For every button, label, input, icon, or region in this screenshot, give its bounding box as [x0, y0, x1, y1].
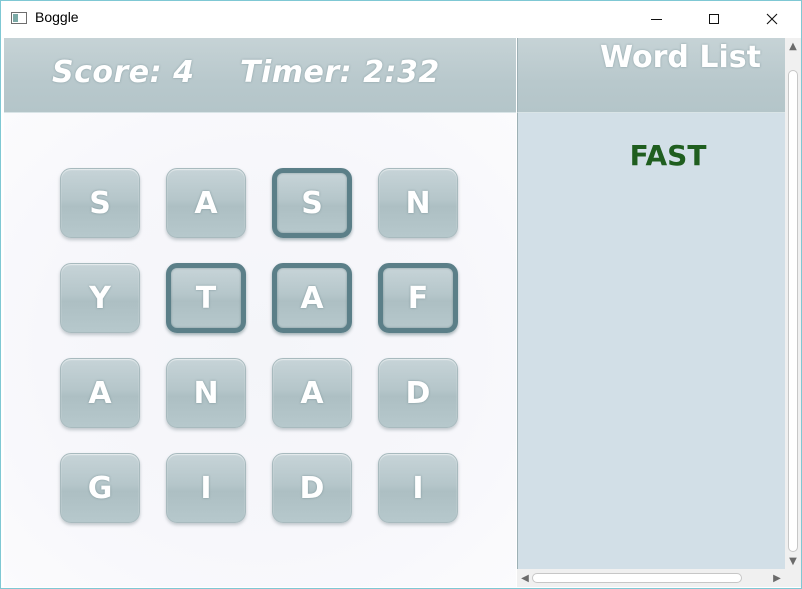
letter-tile[interactable]: N [166, 358, 246, 428]
tile-letter: I [412, 470, 424, 506]
tile-letter: S [301, 185, 323, 221]
tile-letter: A [300, 280, 324, 316]
letter-tile[interactable]: A [60, 358, 140, 428]
letter-grid: S A S N Y T A F A N A D G I D I [4, 113, 516, 587]
letter-tile[interactable]: A [166, 168, 246, 238]
scroll-up-icon[interactable]: ▲ [785, 38, 801, 54]
maximize-button[interactable] [685, 1, 743, 37]
letter-tile[interactable]: S [60, 168, 140, 238]
timer-label: Timer: 2:32 [240, 55, 440, 90]
score-bar: Score: 4 Timer: 2:32 [4, 38, 516, 113]
letter-tile[interactable]: A [272, 263, 352, 333]
tile-letter: A [194, 185, 218, 221]
maximize-icon [709, 14, 719, 24]
letter-tile[interactable]: N [378, 168, 458, 238]
tile-letter: D [405, 375, 431, 411]
title-bar[interactable]: Boggle [1, 1, 801, 37]
scrollbar-corner [785, 569, 801, 587]
scroll-right-icon[interactable]: ▶ [769, 570, 785, 586]
letter-tile[interactable]: A [272, 358, 352, 428]
window-title: Boggle [35, 9, 79, 25]
close-button[interactable] [743, 1, 801, 37]
vertical-scroll-thumb[interactable] [788, 70, 798, 552]
letter-tile[interactable]: D [272, 453, 352, 523]
tile-letter: A [300, 375, 324, 411]
tile-letter: N [405, 185, 431, 221]
close-icon [766, 13, 778, 25]
letter-tile[interactable]: G [60, 453, 140, 523]
tile-letter: N [193, 375, 219, 411]
word-list-header: Word List [517, 38, 786, 113]
letter-tile[interactable]: D [378, 358, 458, 428]
tile-letter: A [88, 375, 112, 411]
tile-letter: D [299, 470, 325, 506]
letter-tile[interactable]: S [272, 168, 352, 238]
horizontal-scrollbar[interactable]: ◀ ▶ [517, 569, 785, 587]
boggle-window: Boggle Score: 4 Timer: 2:32 S A S N Y T A F A N A D… [0, 0, 802, 589]
tile-letter: G [87, 470, 113, 506]
tile-letter: T [195, 280, 217, 316]
minimize-button[interactable] [627, 1, 685, 37]
scroll-down-icon[interactable]: ▼ [785, 553, 801, 569]
letter-tile[interactable]: T [166, 263, 246, 333]
tile-letter: I [200, 470, 212, 506]
word-list-panel[interactable]: FAST [517, 113, 786, 569]
letter-tile[interactable]: I [166, 453, 246, 523]
app-window-icon [11, 12, 27, 24]
score-label: Score: 4 [52, 55, 195, 90]
minimize-icon [650, 18, 662, 20]
horizontal-scroll-thumb[interactable] [532, 573, 742, 583]
tile-letter: Y [89, 280, 111, 316]
word-list-title: Word List [600, 40, 761, 75]
letter-tile[interactable]: I [378, 453, 458, 523]
tile-letter: F [407, 280, 429, 316]
letter-tile[interactable]: F [378, 263, 458, 333]
letter-tile[interactable]: Y [60, 263, 140, 333]
found-word: FAST [629, 139, 707, 172]
tile-letter: S [89, 185, 111, 221]
scroll-left-icon[interactable]: ◀ [517, 570, 533, 586]
vertical-scrollbar[interactable]: ▲ ▼ [785, 38, 801, 569]
